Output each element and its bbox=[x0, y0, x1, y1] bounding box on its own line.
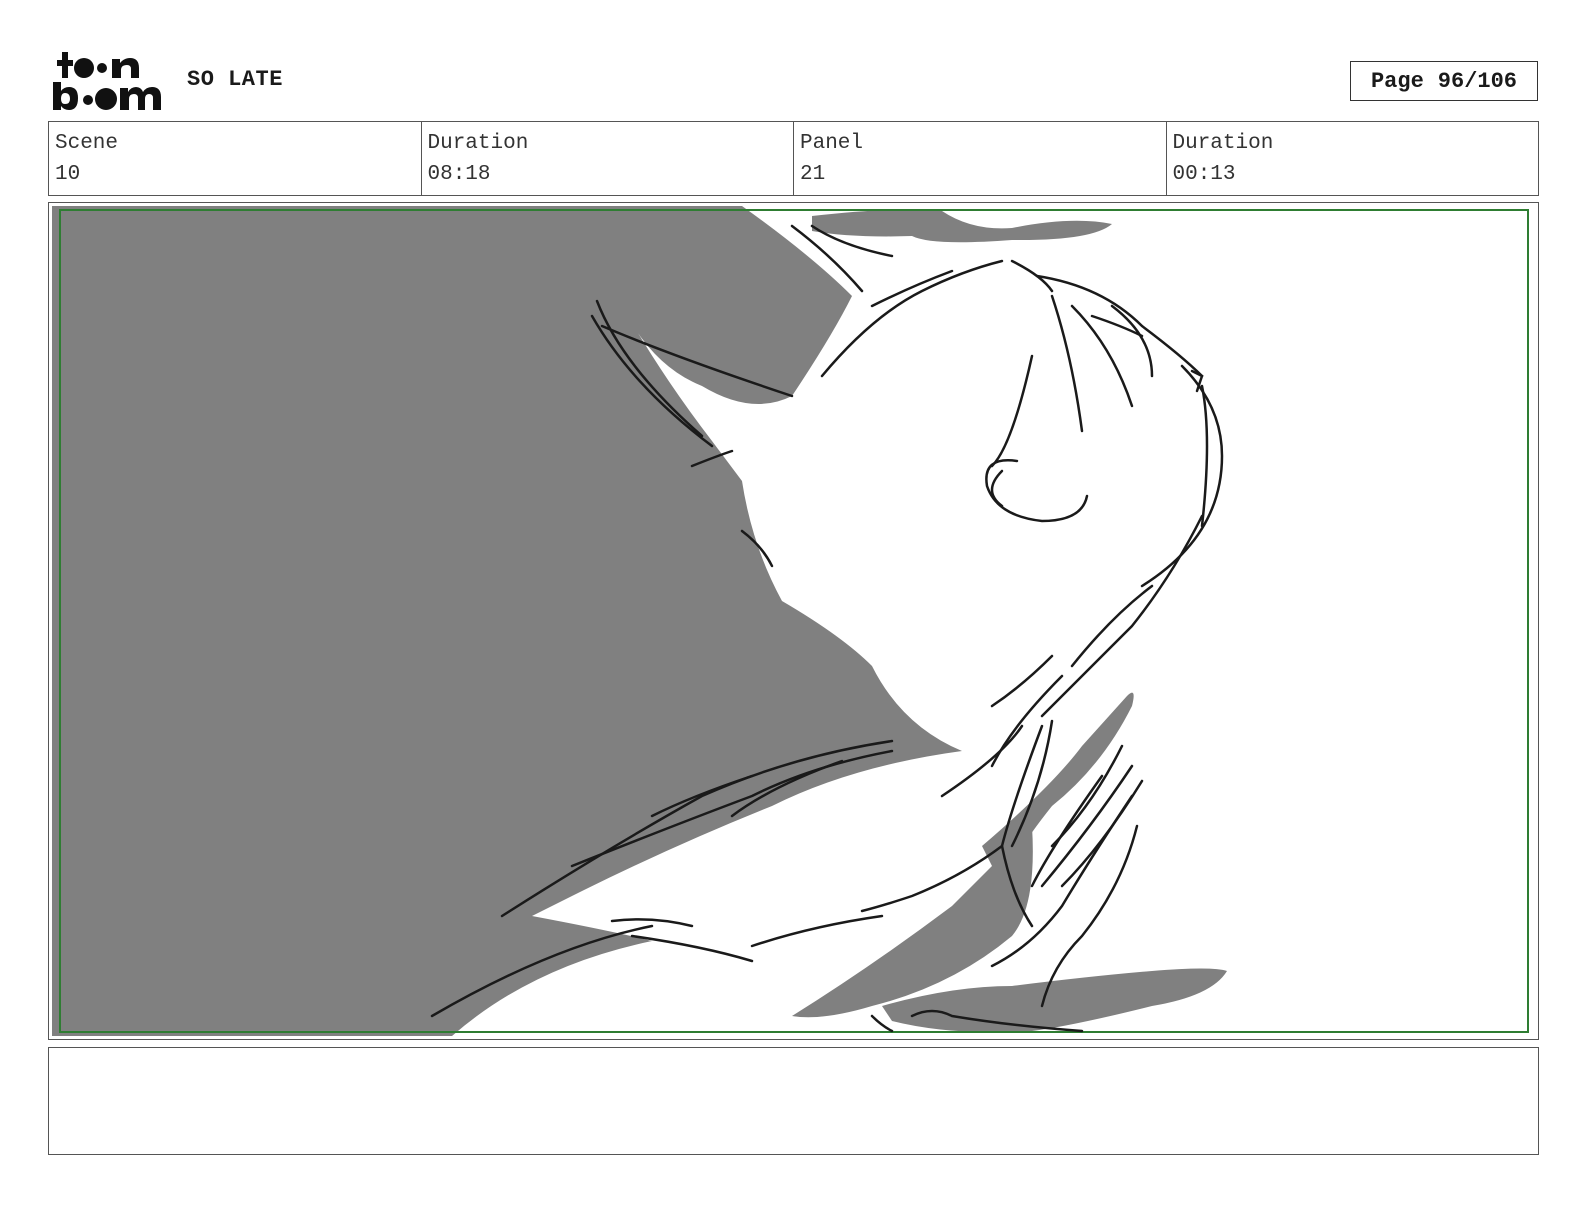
panel-sketch bbox=[52, 206, 1529, 1036]
project-title: SO LATE bbox=[187, 67, 283, 92]
scene-duration-value: 08:18 bbox=[427, 163, 491, 186]
panel-duration-label: Duration bbox=[1172, 132, 1274, 155]
shadow-top bbox=[812, 209, 1112, 243]
page-label: Page bbox=[1370, 68, 1424, 94]
panel-label: Panel bbox=[800, 132, 864, 155]
panel-duration-cell: Duration 00:13 bbox=[1167, 122, 1539, 195]
panel-value: 21 bbox=[800, 163, 826, 186]
toonboom-logo bbox=[53, 52, 161, 110]
scene-label: Scene bbox=[55, 132, 119, 155]
scene-duration-cell: Duration 08:18 bbox=[422, 122, 794, 195]
panel-duration-value: 00:13 bbox=[1172, 163, 1236, 186]
scene-value: 10 bbox=[55, 163, 81, 186]
scene-cell: Scene 10 bbox=[49, 122, 422, 195]
storyboard-panel bbox=[48, 202, 1539, 1040]
panel-cell: Panel 21 bbox=[794, 122, 1167, 195]
panel-info-row: Scene 10 Duration 08:18 Panel 21 Duratio… bbox=[48, 121, 1539, 196]
page-indicator: Page 96/106 bbox=[1350, 61, 1538, 101]
scene-duration-label: Duration bbox=[427, 132, 529, 155]
notes-box bbox=[48, 1047, 1539, 1155]
page-number: 96/106 bbox=[1437, 68, 1518, 94]
